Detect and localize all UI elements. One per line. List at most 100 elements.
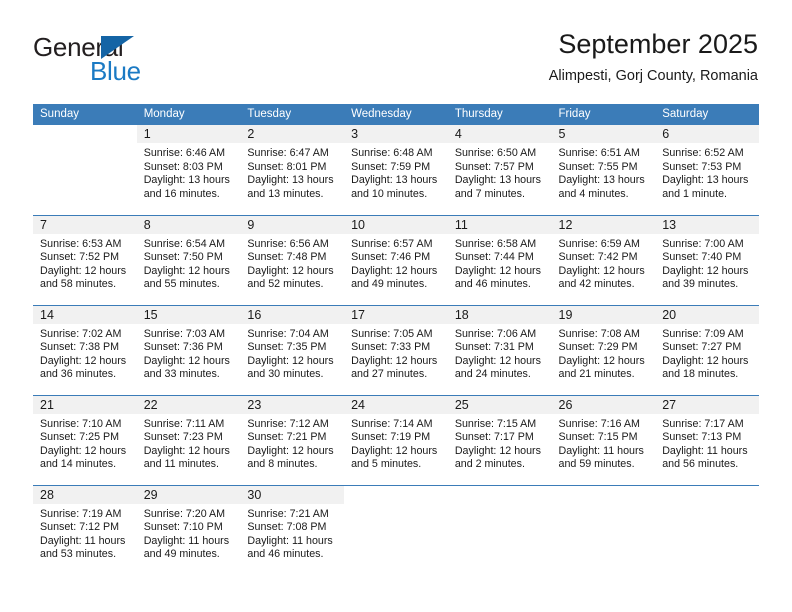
weekday-header-friday: Friday <box>551 104 656 125</box>
day-number: 7 <box>33 215 137 234</box>
daylight-text-line1: Daylight: 13 hours <box>247 174 334 187</box>
daylight-text-line1: Daylight: 12 hours <box>662 264 749 277</box>
daylight-text-line1: Daylight: 13 hours <box>351 174 438 187</box>
calendar-day-cell-empty <box>551 484 656 575</box>
calendar-day-cell[interactable]: 25 Sunrise: 7:15 AM Sunset: 7:17 PM Dayligh… <box>447 394 552 485</box>
daylight-text-line1: Daylight: 12 hours <box>662 354 749 367</box>
calendar-day-cell[interactable]: 5 Sunrise: 6:51 AM Sunset: 7:55 PM Daylight… <box>551 125 656 215</box>
day-number: 5 <box>551 125 656 143</box>
day-sun-info: Sunrise: 7:00 AM Sunset: 7:40 PM Daylight:… <box>655 234 759 292</box>
calendar-day-cell[interactable]: 28 Sunrise: 7:19 AM Sunset: 7:12 PM Dayligh… <box>33 484 137 575</box>
day-sun-info: Sunrise: 7:09 AM Sunset: 7:27 PM Daylight:… <box>655 324 759 382</box>
calendar-day-cell[interactable]: 19 Sunrise: 7:08 AM Sunset: 7:29 PM Dayligh… <box>551 304 656 395</box>
day-sun-info: Sunrise: 7:11 AM Sunset: 7:23 PM Daylight:… <box>137 414 241 472</box>
calendar-day-cell[interactable]: 16 Sunrise: 7:04 AM Sunset: 7:35 PM Dayligh… <box>240 304 345 395</box>
calendar-day-cell[interactable]: 24 Sunrise: 7:14 AM Sunset: 7:19 PM Dayligh… <box>344 394 448 485</box>
calendar-day-cell[interactable]: 20 Sunrise: 7:09 AM Sunset: 7:27 PM Dayligh… <box>655 304 759 395</box>
day-sun-info: Sunrise: 7:04 AM Sunset: 7:35 PM Daylight:… <box>240 324 344 382</box>
sunrise-text: Sunrise: 6:54 AM <box>143 237 226 250</box>
daylight-text-line1: Daylight: 12 hours <box>351 354 438 367</box>
sunrise-text: Sunrise: 7:03 AM <box>143 327 226 340</box>
sunrise-text: Sunrise: 6:51 AM <box>558 147 640 159</box>
calendar-day-cell[interactable]: 4 Sunrise: 6:50 AM Sunset: 7:57 PM Daylight… <box>447 125 552 215</box>
daylight-text-line1: Daylight: 12 hours <box>143 354 230 367</box>
general-blue-logo[interactable]: General Blue <box>33 33 213 85</box>
calendar-day-cell[interactable]: 27 Sunrise: 7:17 AM Sunset: 7:13 PM Dayligh… <box>655 394 759 485</box>
calendar-day-cell[interactable]: 18 Sunrise: 7:06 AM Sunset: 7:31 PM Dayligh… <box>447 304 552 395</box>
calendar-day-cell[interactable]: 11 Sunrise: 6:58 AM Sunset: 7:44 PM Dayligh… <box>447 214 552 305</box>
daylight-text-line1: Daylight: 12 hours <box>454 354 541 367</box>
calendar-day-cell[interactable]: 26 Sunrise: 7:16 AM Sunset: 7:15 PM Dayligh… <box>551 394 656 485</box>
daylight-text-line2: and 18 minutes. <box>662 368 739 381</box>
sunset-text: Sunset: 7:13 PM <box>662 431 742 444</box>
calendar-week-row: 1 Sunrise: 6:46 AM Sunset: 8:03 PM Daylight… <box>33 125 759 215</box>
daylight-text-line1: Daylight: 13 hours <box>454 174 541 187</box>
sunset-text: Sunset: 7:46 PM <box>351 251 431 264</box>
sunset-text: Sunset: 7:35 PM <box>247 341 327 354</box>
daylight-text-line1: Daylight: 12 hours <box>247 354 334 367</box>
calendar-page: General Blue September 2025 Alimpesti, G… <box>0 0 792 612</box>
calendar-day-cell[interactable]: 3 Sunrise: 6:48 AM Sunset: 7:59 PM Daylight… <box>344 125 448 215</box>
daylight-text-line2: and 59 minutes. <box>558 458 635 471</box>
day-sun-info: Sunrise: 6:54 AM Sunset: 7:50 PM Daylight:… <box>137 234 241 292</box>
day-sun-info: Sunrise: 7:19 AM Sunset: 7:12 PM Daylight:… <box>33 504 137 562</box>
calendar-day-cell[interactable]: 8 Sunrise: 6:54 AM Sunset: 7:50 PM Daylight… <box>136 214 241 305</box>
day-number: 4 <box>447 125 552 143</box>
calendar-day-cell[interactable]: 21 Sunrise: 7:10 AM Sunset: 7:25 PM Dayligh… <box>33 394 137 485</box>
calendar-day-cell[interactable]: 6 Sunrise: 6:52 AM Sunset: 7:53 PM Daylight… <box>655 125 759 215</box>
sunset-text: Sunset: 7:19 PM <box>351 431 431 444</box>
sunset-text: Sunset: 7:12 PM <box>40 521 120 534</box>
calendar-day-cell[interactable]: 14 Sunrise: 7:02 AM Sunset: 7:38 PM Dayligh… <box>33 304 137 395</box>
daylight-text-line1: Daylight: 13 hours <box>662 174 749 187</box>
sunset-text: Sunset: 7:44 PM <box>454 251 534 264</box>
sunrise-text: Sunrise: 6:52 AM <box>662 147 744 159</box>
calendar-day-cell[interactable]: 29 Sunrise: 7:20 AM Sunset: 7:10 PM Dayligh… <box>136 484 241 575</box>
calendar-day-cell[interactable]: 2 Sunrise: 6:47 AM Sunset: 8:01 PM Daylight… <box>240 125 345 215</box>
daylight-text-line1: Daylight: 12 hours <box>454 264 541 277</box>
calendar-day-cell[interactable]: 22 Sunrise: 7:11 AM Sunset: 7:23 PM Dayligh… <box>136 394 241 485</box>
sunrise-text: Sunrise: 6:53 AM <box>40 237 122 250</box>
daylight-text-line1: Daylight: 13 hours <box>143 174 230 187</box>
day-number: 16 <box>240 305 345 324</box>
daylight-text-line1: Daylight: 13 hours <box>558 174 645 187</box>
sunset-text: Sunset: 8:03 PM <box>143 160 223 173</box>
sunset-text: Sunset: 7:27 PM <box>662 341 742 354</box>
weekday-header-row: Sunday Monday Tuesday Wednesday Thursday… <box>33 104 759 125</box>
daylight-text-line2: and 49 minutes. <box>351 278 428 291</box>
day-sun-info: Sunrise: 7:21 AM Sunset: 7:08 PM Daylight:… <box>240 504 344 562</box>
day-sun-info: Sunrise: 7:14 AM Sunset: 7:19 PM Daylight:… <box>344 414 448 472</box>
day-number: 28 <box>33 485 137 504</box>
calendar-day-cell[interactable]: 12 Sunrise: 6:59 AM Sunset: 7:42 PM Dayligh… <box>551 214 656 305</box>
day-sun-info: Sunrise: 7:03 AM Sunset: 7:36 PM Daylight:… <box>137 324 241 382</box>
day-number: 26 <box>551 395 656 414</box>
day-number: 3 <box>344 125 448 143</box>
calendar-day-cell[interactable]: 7 Sunrise: 6:53 AM Sunset: 7:52 PM Daylight… <box>33 214 137 305</box>
daylight-text-line1: Daylight: 12 hours <box>40 354 127 367</box>
day-number: 11 <box>447 215 552 234</box>
daylight-text-line1: Daylight: 11 hours <box>558 444 644 457</box>
daylight-text-line2: and 14 minutes. <box>40 458 117 471</box>
calendar-day-cell-empty <box>344 484 448 575</box>
calendar-day-cell[interactable]: 1 Sunrise: 6:46 AM Sunset: 8:03 PM Daylight… <box>136 125 241 215</box>
day-sun-info: Sunrise: 6:58 AM Sunset: 7:44 PM Daylight:… <box>448 234 552 292</box>
calendar-day-cell[interactable]: 17 Sunrise: 7:05 AM Sunset: 7:33 PM Dayligh… <box>344 304 448 395</box>
day-number: 2 <box>240 125 345 143</box>
calendar-week-row: 14 Sunrise: 7:02 AM Sunset: 7:38 PM Dayligh… <box>33 304 759 395</box>
day-sun-info: Sunrise: 6:50 AM Sunset: 7:57 PM Daylight:… <box>448 143 552 201</box>
weekday-header-saturday: Saturday <box>655 104 759 125</box>
calendar-day-cell[interactable]: 30 Sunrise: 7:21 AM Sunset: 7:08 PM Dayligh… <box>240 484 345 575</box>
sunset-text: Sunset: 7:52 PM <box>40 251 120 264</box>
day-number: 10 <box>344 215 448 234</box>
daylight-text-line2: and 10 minutes. <box>351 187 428 200</box>
day-number: 12 <box>551 215 656 234</box>
daylight-text-line1: Daylight: 12 hours <box>143 444 230 457</box>
day-number: 24 <box>344 395 448 414</box>
calendar-day-cell[interactable]: 10 Sunrise: 6:57 AM Sunset: 7:46 PM Dayligh… <box>344 214 448 305</box>
calendar-day-cell[interactable]: 13 Sunrise: 7:00 AM Sunset: 7:40 PM Dayligh… <box>655 214 759 305</box>
sunset-text: Sunset: 7:23 PM <box>143 431 223 444</box>
calendar-day-cell[interactable]: 9 Sunrise: 6:56 AM Sunset: 7:48 PM Daylight… <box>240 214 345 305</box>
day-sun-info: Sunrise: 7:06 AM Sunset: 7:31 PM Daylight:… <box>448 324 552 382</box>
day-number <box>655 486 759 504</box>
calendar-day-cell[interactable]: 15 Sunrise: 7:03 AM Sunset: 7:36 PM Dayligh… <box>136 304 241 395</box>
calendar-day-cell[interactable]: 23 Sunrise: 7:12 AM Sunset: 7:21 PM Dayligh… <box>240 394 345 485</box>
